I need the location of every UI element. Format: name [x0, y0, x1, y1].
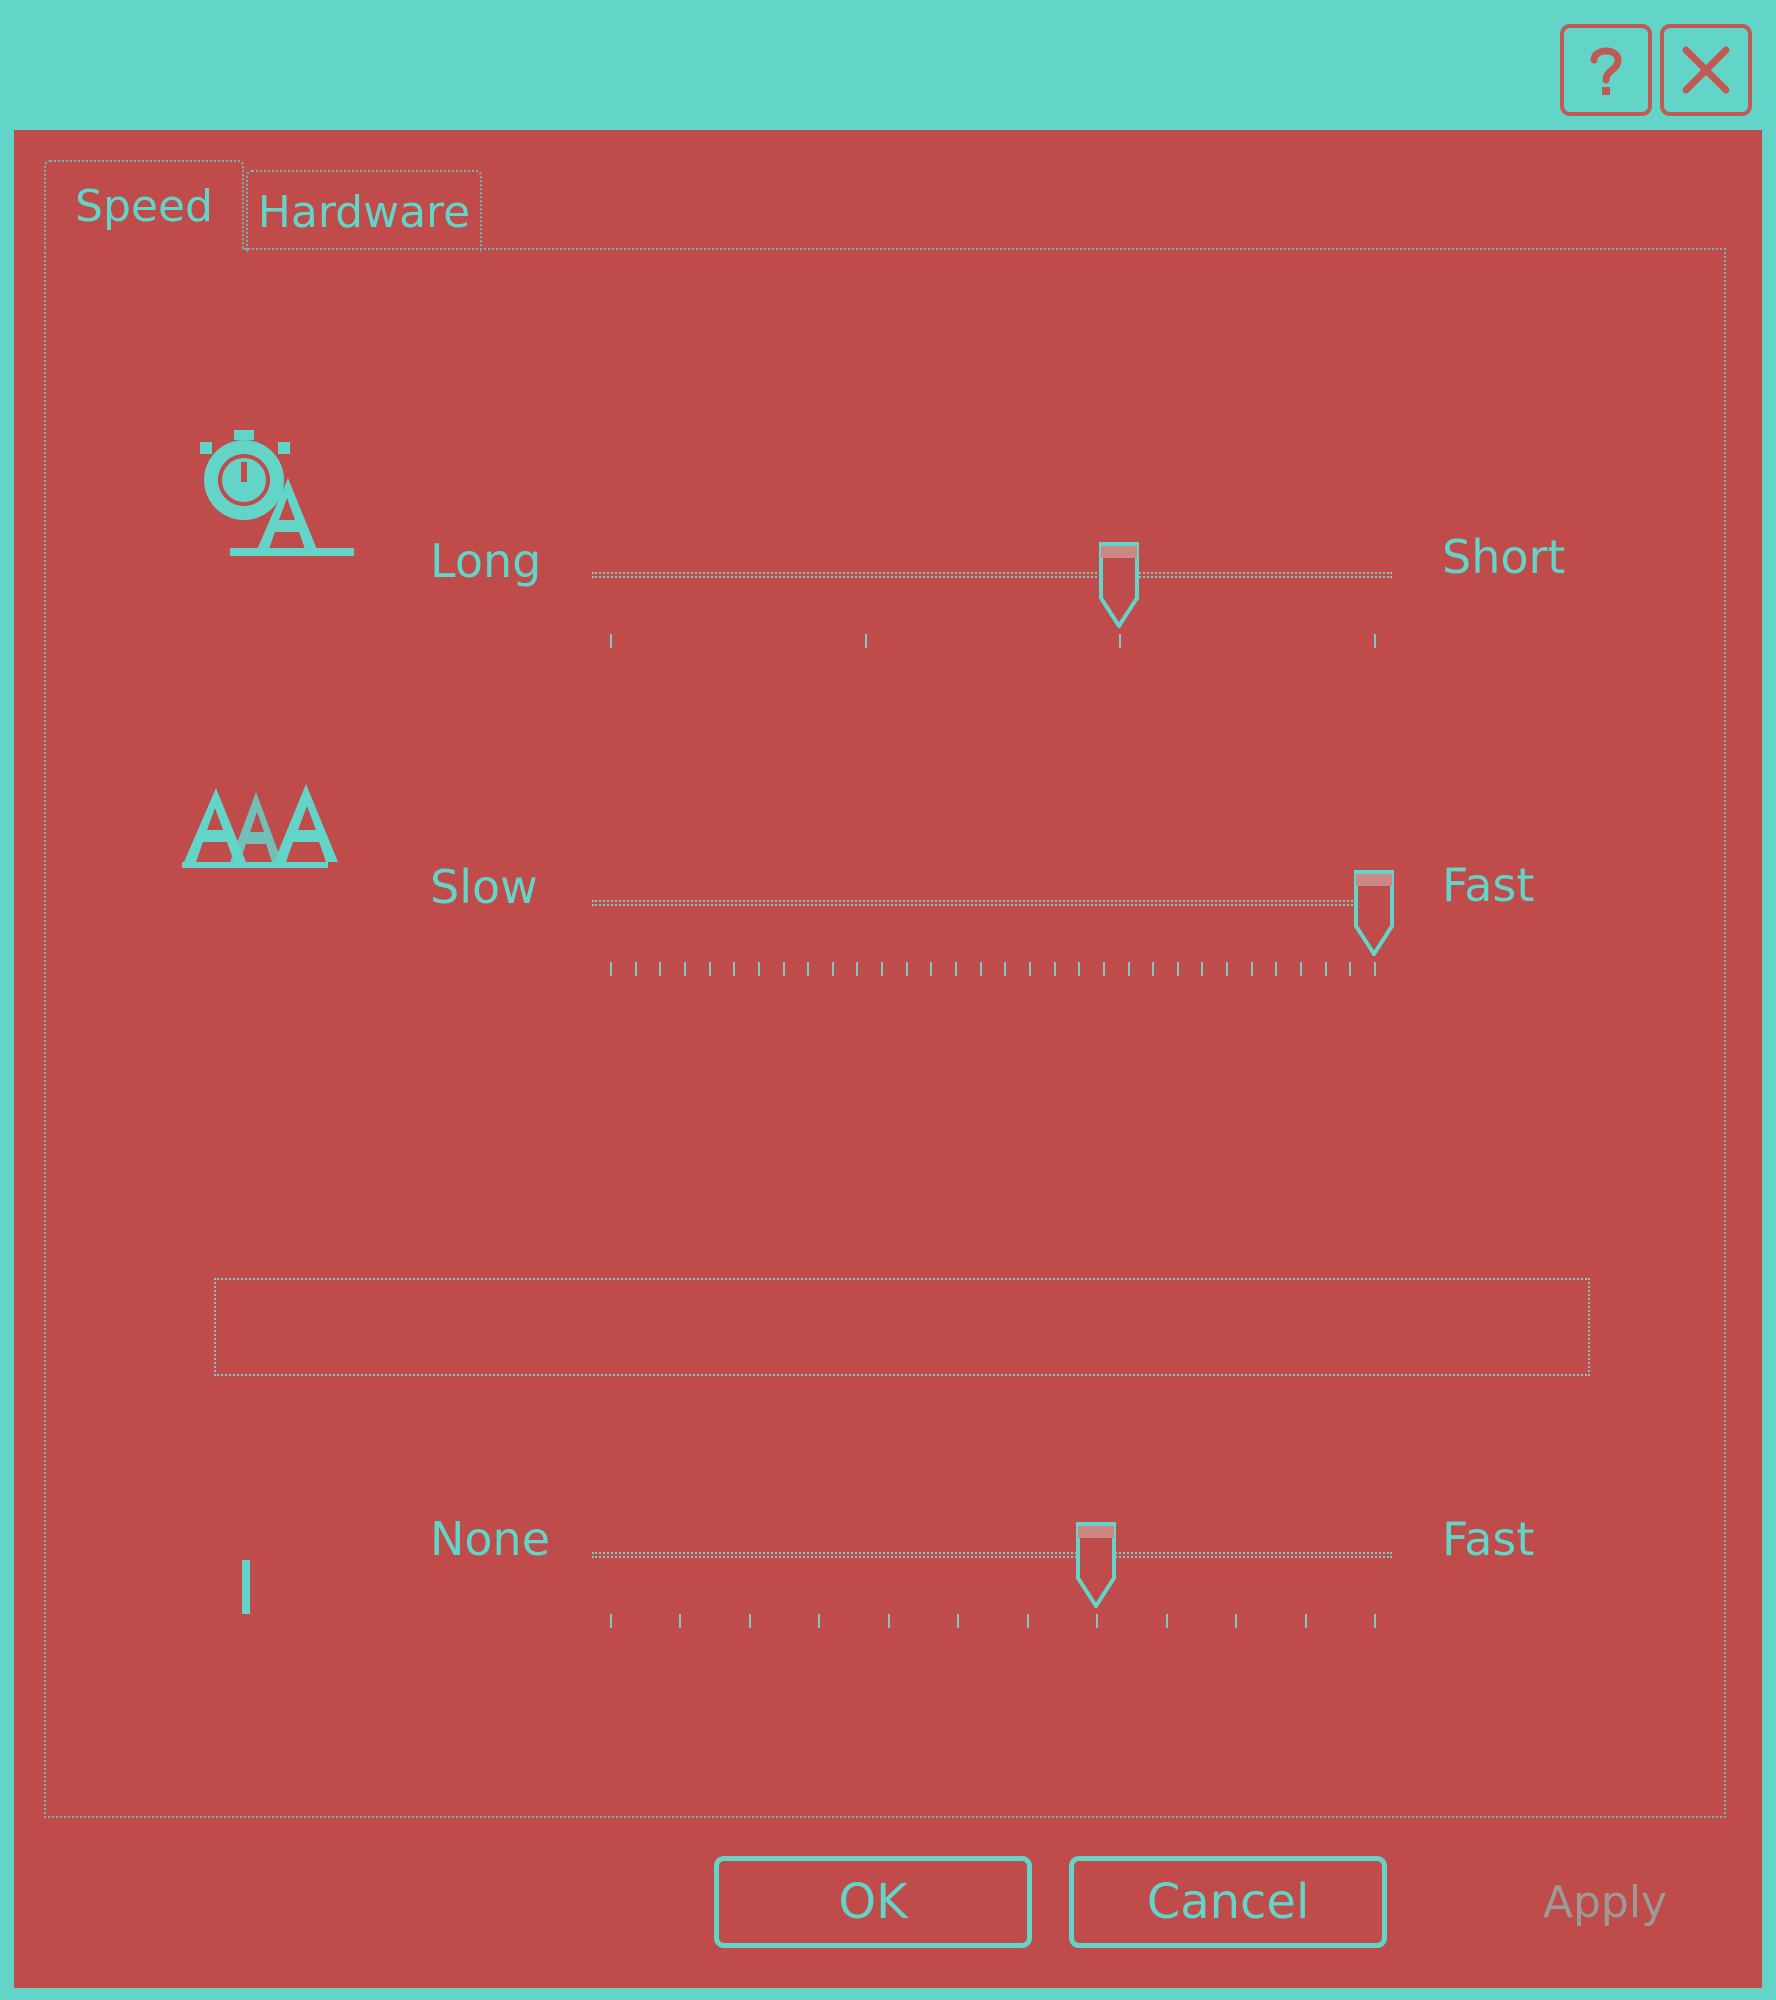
repeat-rate-tick: [1176, 962, 1179, 976]
repeat-rate-tick: [930, 962, 933, 976]
question-mark-icon: [1590, 47, 1622, 95]
dialog-client-area: Speed Hardware Long Short Slow Fast None…: [14, 130, 1762, 1988]
repeat-rate-tick: [1078, 962, 1081, 976]
text-cursor-icon: [242, 1560, 250, 1614]
repeat-rate-tick: [610, 962, 612, 976]
repeat-rate-tick: [807, 962, 810, 976]
repeat-rate-tick: [757, 962, 760, 976]
repeat-rate-tick: [1004, 962, 1007, 976]
repeat-rate-track: [592, 900, 1392, 906]
rate-slow-label: Slow: [430, 860, 538, 914]
cursor-blink-tick: [957, 1614, 960, 1628]
cursor-blink-tick: [1026, 1614, 1029, 1628]
repeat-rate-tick: [1152, 962, 1155, 976]
repeat-rate-tick: [1275, 962, 1278, 976]
repeat-rate-tick: [1324, 962, 1327, 976]
cursor-blink-ticks: [592, 1614, 1392, 1630]
repeat-rate-tick: [733, 962, 736, 976]
blink-none-label: None: [430, 1512, 551, 1566]
delay-short-label: Short: [1442, 530, 1566, 584]
repeat-rate-tick: [782, 962, 785, 976]
tab-speed-label: Speed: [75, 180, 213, 232]
cursor-blink-tick: [1165, 1614, 1168, 1628]
repeat-rate-tick: [1374, 962, 1376, 976]
repeat-rate-icon: [182, 784, 338, 868]
close-button[interactable]: [1660, 24, 1752, 116]
repeat-rate-tick: [1028, 962, 1031, 976]
repeat-rate-tick: [659, 962, 662, 976]
cursor-blink-track: [592, 1552, 1392, 1558]
cursor-blink-tick: [1096, 1614, 1099, 1628]
cursor-blink-thumb[interactable]: [1074, 1522, 1118, 1608]
apply-button[interactable]: Apply: [1446, 1856, 1764, 1948]
repeat-delay-tick: [610, 634, 612, 648]
repeat-rate-tick: [634, 962, 637, 976]
cursor-blink-tick: [1235, 1614, 1238, 1628]
repeat-rate-tick: [683, 962, 686, 976]
cursor-blink-tick: [1374, 1614, 1376, 1628]
repeat-rate-thumb[interactable]: [1352, 870, 1396, 956]
repeat-rate-tick: [1226, 962, 1229, 976]
rate-fast-label: Fast: [1442, 858, 1535, 912]
cursor-blink-tick: [1304, 1614, 1307, 1628]
repeat-rate-tick: [831, 962, 834, 976]
repeat-delay-slider[interactable]: [592, 542, 1404, 692]
repeat-rate-tick: [955, 962, 958, 976]
repeat-rate-slider[interactable]: [592, 870, 1404, 1020]
repeat-delay-ticks: [592, 634, 1392, 650]
cancel-button[interactable]: Cancel: [1069, 1856, 1387, 1948]
repeat-delay-tick: [864, 634, 867, 648]
repeat-rate-tick: [1201, 962, 1204, 976]
repeat-delay-tick: [1374, 634, 1376, 648]
repeat-rate-tick: [1349, 962, 1352, 976]
delay-long-label: Long: [430, 534, 542, 588]
title-bar: [0, 0, 1776, 130]
blink-fast-label: Fast: [1442, 1512, 1535, 1566]
repeat-rate-ticks: [592, 962, 1392, 978]
repeat-rate-tick: [979, 962, 982, 976]
repeat-delay-thumb[interactable]: [1097, 542, 1141, 628]
tab-hardware[interactable]: Hardware: [246, 170, 482, 252]
repeat-delay-tick: [1119, 634, 1122, 648]
repeat-rate-tick: [1250, 962, 1253, 976]
ok-button[interactable]: OK: [714, 1856, 1032, 1948]
repeat-rate-tick: [881, 962, 884, 976]
repeat-rate-tick: [1102, 962, 1105, 976]
repeat-rate-tick: [856, 962, 859, 976]
cursor-blink-tick: [818, 1614, 821, 1628]
cursor-blink-tick: [610, 1614, 612, 1628]
tab-speed[interactable]: Speed: [44, 160, 244, 250]
repeat-test-input[interactable]: [214, 1278, 1590, 1376]
tab-hardware-label: Hardware: [257, 186, 471, 238]
cursor-blink-tick: [887, 1614, 890, 1628]
repeat-rate-tick: [1300, 962, 1303, 976]
help-button[interactable]: [1560, 24, 1652, 116]
repeat-rate-tick: [1127, 962, 1130, 976]
repeat-rate-tick: [1053, 962, 1056, 976]
cursor-blink-slider[interactable]: [592, 1522, 1404, 1672]
close-icon: [1682, 46, 1730, 94]
repeat-rate-tick: [708, 962, 711, 976]
cursor-blink-tick: [679, 1614, 682, 1628]
repeat-delay-track: [592, 572, 1392, 578]
repeat-rate-tick: [905, 962, 908, 976]
keyboard-properties-window: Speed Hardware Long Short Slow Fast None…: [0, 0, 1776, 2000]
cursor-blink-tick: [748, 1614, 751, 1628]
repeat-delay-icon: [200, 430, 354, 556]
